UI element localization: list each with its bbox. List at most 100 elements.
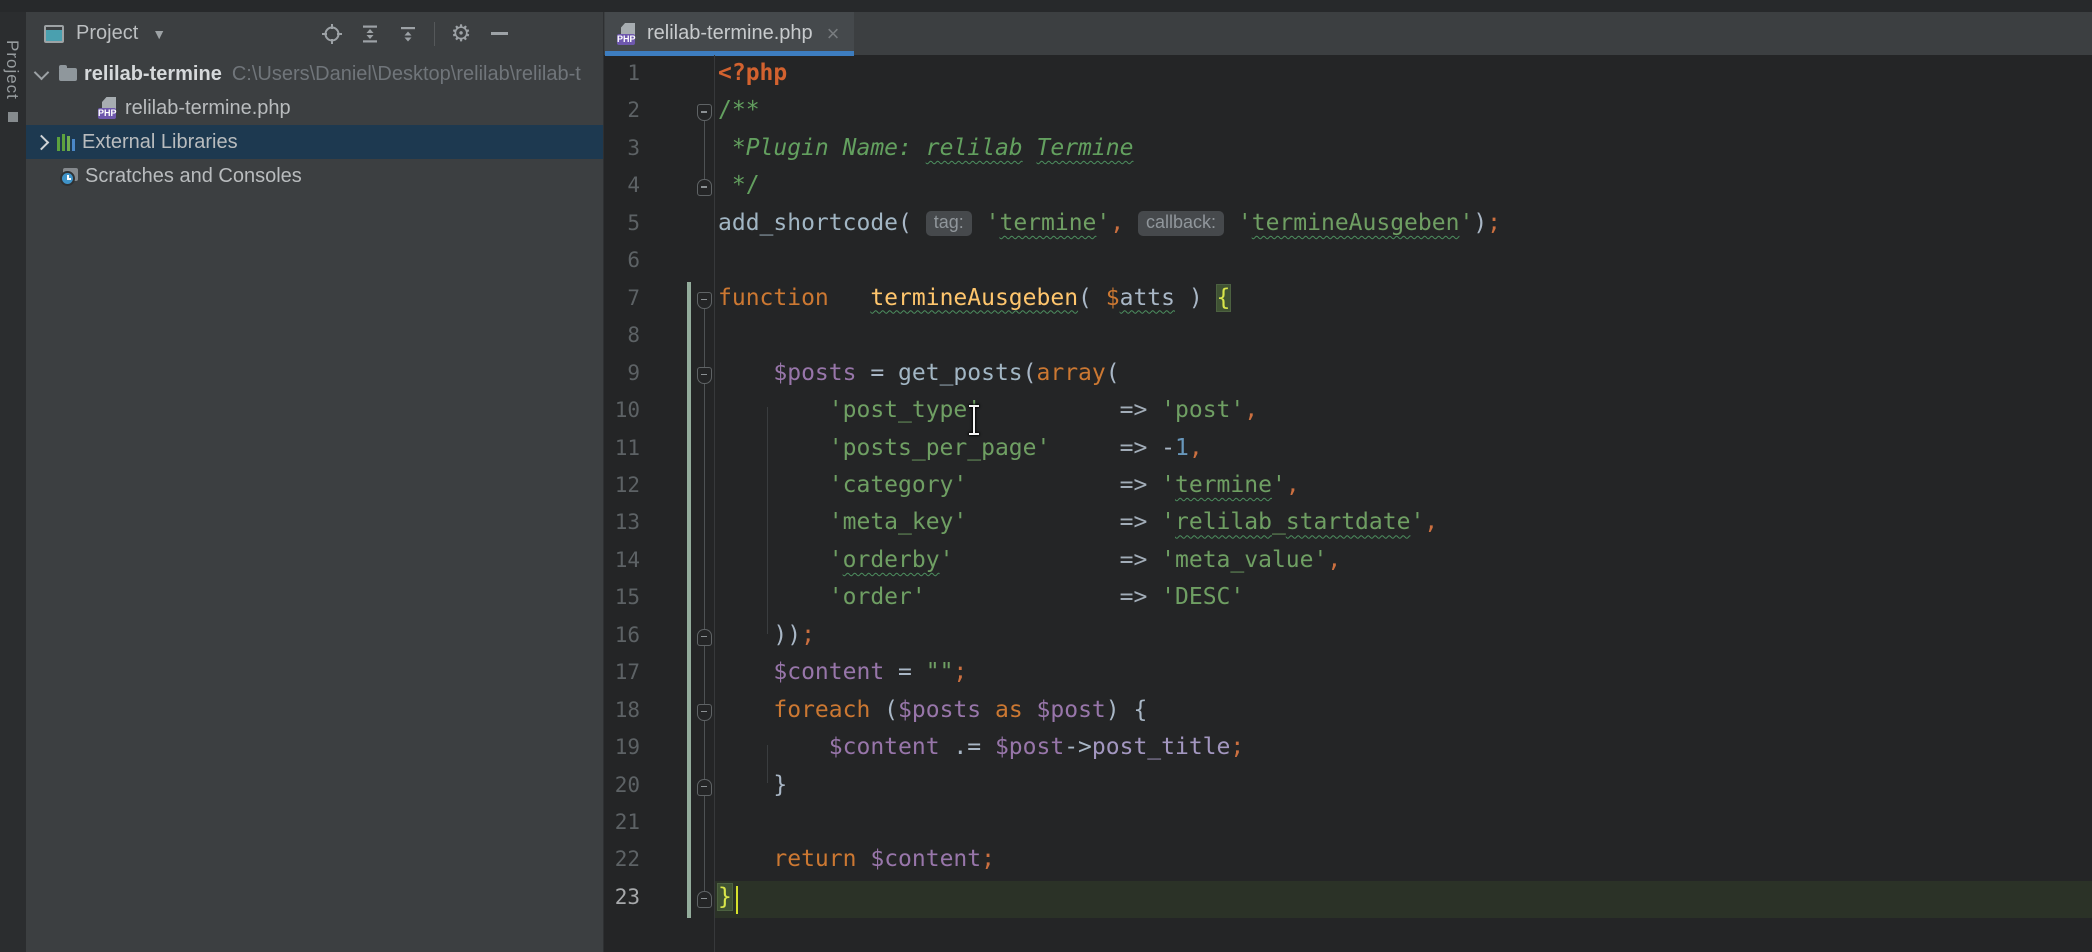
code-token: termine [1175,472,1272,498]
project-strip-button[interactable]: Project [2,40,22,100]
tree-item-php-file[interactable]: PHP relilab-termine.php [26,91,675,125]
code-line: return $content; [718,846,995,872]
code-token: add_shortcode [718,210,898,236]
code-token: , [1244,397,1258,423]
code-token: ; [801,622,815,648]
code-token: 'DESC' [1161,584,1244,610]
project-panel-title: Project [76,22,138,45]
parameter-hint: tag: [926,211,972,236]
fold-end-icon[interactable] [697,779,712,796]
fold-start-icon[interactable] [697,104,712,121]
code-token: ' [1161,509,1175,535]
code-token: return [773,846,856,872]
vcs-change-bar [687,282,691,919]
code-token: $post [995,734,1064,760]
code-token: $content [870,846,981,872]
code-token: , [1327,547,1341,573]
fold-start-icon[interactable] [697,292,712,309]
code-token: } [773,772,787,798]
editor-area: PHP relilab-termine.php × 12345678910111… [603,12,2092,952]
code-token: relilab [1175,509,1272,535]
code-token: ; [1230,734,1244,760]
chevron-down-icon[interactable]: ▼ [152,26,166,42]
tree-item-project-root[interactable]: relilab-termine C:\Users\Daniel\Desktop\… [26,57,603,91]
fold-structure-line [704,308,705,891]
code-line: function termineAusgeben( $atts ) { [718,285,1230,311]
code-token: 'order' [829,584,926,610]
code-token: post_title [1092,734,1230,760]
hide-panel-icon[interactable] [487,22,511,46]
code-token: <?php [718,60,787,86]
chevron-right-icon[interactable] [34,134,50,150]
code-token: 'meta_key' [829,509,967,535]
fold-end-icon[interactable] [697,891,712,908]
code-line: 'posts_per_page' => -1, [718,435,1203,461]
tool-strip-icon[interactable] [8,112,18,122]
line-number: 6 [604,248,640,272]
fold-end-icon[interactable] [697,179,712,196]
expand-all-icon[interactable] [358,22,382,46]
code-token: => [1120,584,1148,610]
code-token: ' [1410,509,1424,535]
code-token [718,697,773,723]
code-token: ( [1078,285,1106,311]
code-token: $content [829,734,940,760]
code-token [926,584,1120,610]
code-token: => [1120,509,1148,535]
code-token [829,285,871,311]
ide-window: Project Project ▼ ⚙ [0,0,2092,952]
tree-item-label: Scratches and Consoles [85,165,302,188]
php-file-icon: PHP [98,97,118,119]
code-token [1147,397,1161,423]
line-number: 18 [604,698,640,722]
line-number: 9 [604,361,640,385]
folder-icon [59,68,77,81]
tree-item-label: relilab-termine.php [125,97,291,120]
code-token: ; [953,659,967,685]
code-token: atts [1120,285,1175,311]
gear-icon[interactable]: ⚙ [449,22,473,46]
code-line: 'post_type' => 'post', [718,397,1258,423]
fold-start-icon[interactable] [697,367,712,384]
code-line: /** [718,97,760,123]
code-token: ' [1272,472,1286,498]
fold-end-icon[interactable] [697,629,712,646]
code-token [1023,697,1037,723]
code-token: ' [940,547,954,573]
code-line: $posts = get_posts(array( [718,360,1120,386]
tree-item-external-libraries[interactable]: External Libraries [26,125,603,159]
chevron-down-icon[interactable] [34,64,50,80]
scratches-icon [60,168,78,184]
tab-relilab-termine-php[interactable]: PHP relilab-termine.php × [605,12,854,55]
code-token: ( [870,697,898,723]
code-token: /** [718,97,760,123]
line-number: 23 [604,885,640,909]
code-token: ' [829,547,843,573]
code-token [718,547,829,573]
line-number: 12 [604,473,640,497]
fold-start-icon[interactable] [697,704,712,721]
code-token [1224,210,1238,236]
code-token: 'category' [829,472,967,498]
code-token [1147,547,1161,573]
code-line: } [718,884,732,910]
collapse-all-icon[interactable] [396,22,420,46]
code-token: ' [1096,210,1110,236]
tree-item-scratches[interactable]: Scratches and Consoles [26,159,603,193]
close-icon[interactable]: × [827,24,840,44]
code-token: -> [1064,734,1092,760]
code-token: => [1120,397,1148,423]
code-token: ; [1487,210,1501,236]
code-line: foreach ($posts as $post) { [718,697,1147,723]
code-token: ( [1023,360,1037,386]
tool-window-strip: Project [0,12,27,952]
code-line: <?php [718,60,787,86]
code-token: , [1424,509,1438,535]
line-number: 2 [604,98,640,122]
code-editor[interactable]: 1234567891011121314151617181920212223 <?… [604,55,2092,952]
tree-item-label: relilab-termine [84,63,222,86]
line-number: 15 [604,585,640,609]
locate-file-icon[interactable] [320,22,344,46]
code-token: $posts [898,697,981,723]
project-tool-icon [44,25,64,43]
